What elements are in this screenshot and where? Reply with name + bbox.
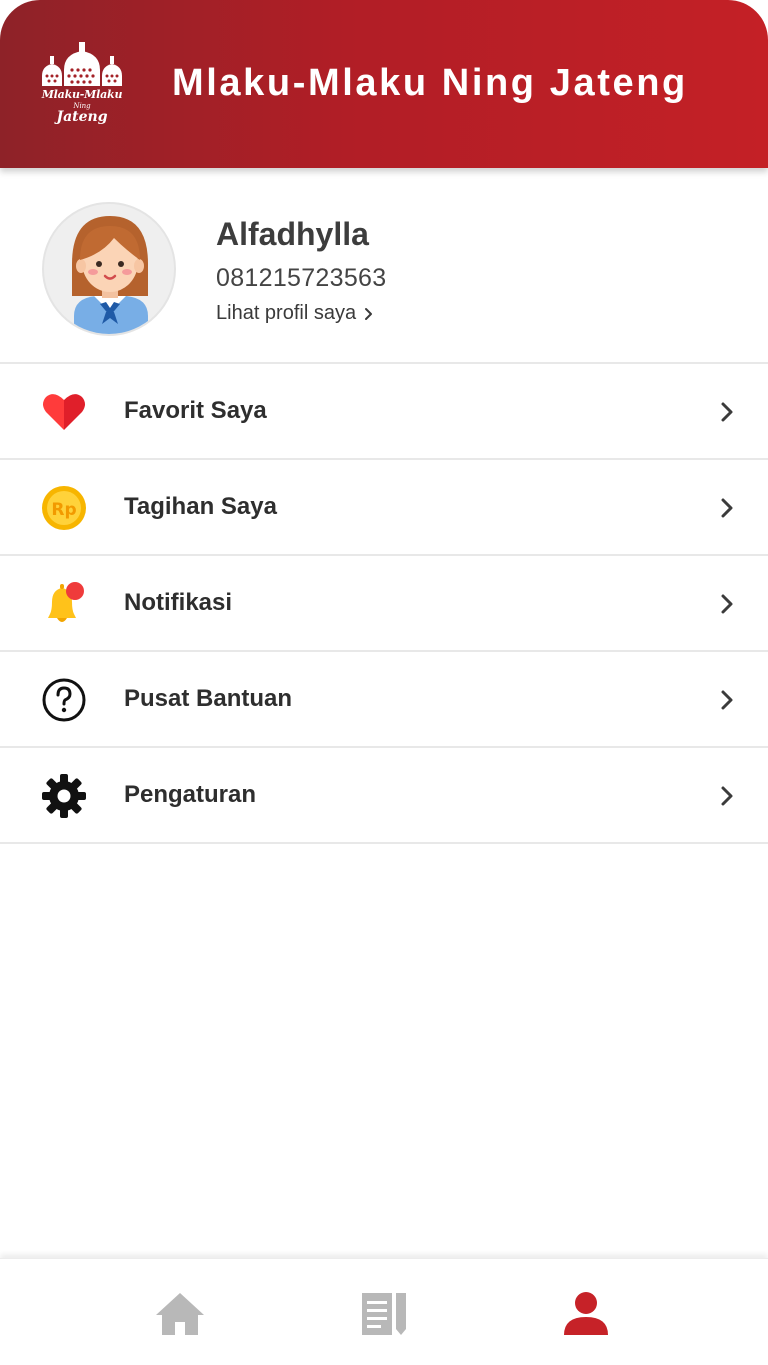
menu-label-settings: Pengaturan <box>124 781 257 808</box>
menu-label-bills: Tagihan Saya <box>124 493 277 520</box>
gear-icon <box>42 774 86 818</box>
profile-name: Alfadhylla <box>216 216 369 252</box>
girl-avatar-icon <box>72 216 148 334</box>
profile-card: Alfadhylla 081215723563 Lihat profil say… <box>0 168 768 364</box>
menu-item-bills[interactable]: Rp Tagihan Saya <box>0 460 768 556</box>
home-icon <box>156 1293 204 1335</box>
chevron-right-icon <box>721 402 733 422</box>
temple-logo-icon <box>42 42 122 86</box>
avatar[interactable] <box>42 202 176 336</box>
profile-screen: Mlaku-Mlaku Ning Jateng Mlaku-Mlaku Ning… <box>0 0 768 1365</box>
help-circle-icon <box>42 678 86 722</box>
view-profile-link[interactable]: Lihat profil saya <box>216 302 374 325</box>
logo-text-line1: Mlaku-Mlaku <box>41 88 123 101</box>
nav-articles[interactable] <box>356 1289 412 1339</box>
view-profile-label: Lihat profil saya <box>216 302 357 324</box>
menu-label-help-center: Pusat Bantuan <box>124 685 293 712</box>
profile-menu: Favorit Saya Rp Tagihan Saya Notifikasi … <box>0 364 768 844</box>
user-icon <box>564 1292 608 1335</box>
news-icon <box>362 1293 406 1335</box>
menu-item-favorites[interactable]: Favorit Saya <box>0 364 768 460</box>
svg-text:Rp: Rp <box>51 500 76 520</box>
nav-home[interactable] <box>152 1289 208 1339</box>
chevron-right-icon <box>721 498 733 518</box>
logo-text-line3: Jateng <box>56 109 108 125</box>
bell-icon <box>48 582 84 622</box>
chevron-right-icon <box>721 594 733 614</box>
profile-phone: 081215723563 <box>216 264 387 292</box>
menu-item-notifications[interactable]: Notifikasi <box>0 556 768 652</box>
nav-profile[interactable] <box>558 1289 614 1339</box>
chevron-right-icon <box>365 307 373 320</box>
bottom-navigation <box>0 1258 768 1365</box>
app-title: Mlaku-Mlaku Ning Jateng <box>172 62 688 104</box>
app-logo: Mlaku-Mlaku Ning Jateng <box>36 40 128 130</box>
menu-label-notifications: Notifikasi <box>124 589 233 616</box>
menu-label-favorites: Favorit Saya <box>124 397 267 424</box>
rupiah-coin-icon: Rp <box>42 486 86 530</box>
heart-icon <box>43 394 85 430</box>
menu-item-help-center[interactable]: Pusat Bantuan <box>0 652 768 748</box>
app-header: Mlaku-Mlaku Ning Jateng Mlaku-Mlaku Ning… <box>0 0 768 168</box>
chevron-right-icon <box>721 786 733 806</box>
chevron-right-icon <box>721 690 733 710</box>
menu-item-settings[interactable]: Pengaturan <box>0 748 768 844</box>
